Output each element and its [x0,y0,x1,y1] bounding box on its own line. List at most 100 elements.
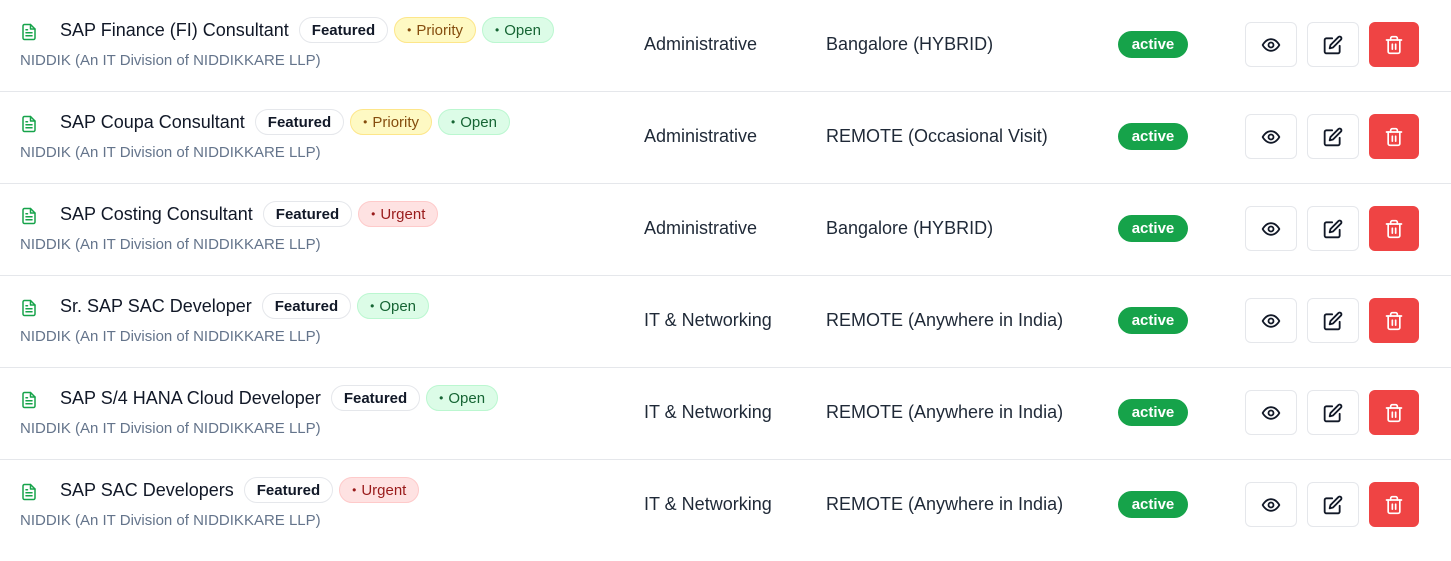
dot-icon: • [370,299,375,313]
dot-icon: • [363,115,368,129]
view-button[interactable] [1245,482,1297,527]
edit-icon [1323,495,1343,515]
job-location: REMOTE (Anywhere in India) [826,402,1064,422]
job-title-line: SAP Coupa Consultant Featured • Priority •… [60,109,510,135]
job-row: Sr. SAP SAC Developer Featured • Open NID… [0,276,1451,368]
eye-icon [1261,35,1281,55]
job-title[interactable]: SAP Costing Consultant [60,204,253,225]
job-title-line: SAP SAC Developers Featured • Urgent [60,477,420,503]
view-button[interactable] [1245,298,1297,343]
job-title[interactable]: SAP SAC Developers [60,480,234,501]
featured-badge: Featured [262,201,353,227]
job-title[interactable]: Sr. SAP SAC Developer [60,296,252,317]
tag-group: • Urgent [339,477,420,503]
dot-icon: • [451,115,456,129]
company-name: NIDDIK (An IT Division of NIDDIKKARE LLP… [20,512,321,529]
edit-button[interactable] [1307,390,1359,435]
open-badge: • Open [482,17,554,43]
eye-icon [1261,495,1281,515]
job-category: IT & Networking [644,310,772,330]
trash-icon [1384,127,1404,147]
delete-button[interactable] [1369,482,1419,527]
job-location: REMOTE (Occasional Visit) [826,126,1048,146]
status-badge: active [1118,399,1188,426]
job-row: SAP Costing Consultant Featured • Urgent … [0,184,1451,276]
dot-icon: • [439,391,444,405]
tag-group: • Open [357,293,430,319]
badge-label: Open [460,113,497,131]
badge-label: Urgent [361,481,407,499]
status-badge: active [1118,215,1188,242]
document-icon [20,298,38,318]
job-title-line: Sr. SAP SAC Developer Featured • Open [60,293,430,319]
eye-icon [1261,127,1281,147]
edit-button[interactable] [1307,298,1359,343]
priority-badge: • Priority [394,17,477,43]
job-category: Administrative [644,34,758,54]
status-badge: active [1118,491,1188,518]
status-badge: active [1118,123,1188,150]
badge-label: Priority [372,113,420,131]
featured-badge: Featured [254,109,345,135]
status-badge: active [1118,307,1188,334]
job-title[interactable]: SAP S/4 HANA Cloud Developer [60,388,321,409]
trash-icon [1384,403,1404,423]
company-name: NIDDIK (An IT Division of NIDDIKKARE LLP… [20,236,321,253]
job-location: REMOTE (Anywhere in India) [826,310,1064,330]
trash-icon [1384,311,1404,331]
eye-icon [1261,403,1281,423]
view-button[interactable] [1245,114,1297,159]
delete-button[interactable] [1369,206,1419,251]
edit-button[interactable] [1307,22,1359,67]
tag-group: • Urgent [358,201,439,227]
featured-badge: Featured [298,17,389,43]
status-badge: active [1118,31,1188,58]
urgent-badge: • Urgent [339,477,420,503]
job-category: Administrative [644,218,758,238]
priority-badge: • Priority [350,109,433,135]
job-title[interactable]: SAP Finance (FI) Consultant [60,20,289,41]
open-badge: • Open [438,109,510,135]
badge-label: Urgent [380,205,426,223]
dot-icon: • [352,483,357,497]
view-button[interactable] [1245,206,1297,251]
job-title-line: SAP Costing Consultant Featured • Urgent [60,201,439,227]
edit-icon [1323,127,1343,147]
job-title[interactable]: SAP Coupa Consultant [60,112,245,133]
document-icon [20,114,38,134]
tag-group: • Priority • Open [394,17,554,43]
edit-button[interactable] [1307,206,1359,251]
job-location: Bangalore (HYBRID) [826,218,994,238]
document-icon [20,482,38,502]
job-category: IT & Networking [644,402,772,422]
dot-icon: • [371,207,376,221]
featured-badge: Featured [243,477,334,503]
job-category: IT & Networking [644,494,772,514]
trash-icon [1384,35,1404,55]
document-icon [20,206,38,226]
featured-badge: Featured [330,385,421,411]
job-row: SAP S/4 HANA Cloud Developer Featured • O… [0,368,1451,460]
job-category: Administrative [644,126,758,146]
badge-label: Open [379,297,417,315]
job-title-line: SAP Finance (FI) Consultant Featured • Pr… [60,17,554,43]
urgent-badge: • Urgent [358,201,439,227]
open-badge: • Open [426,385,499,411]
delete-button[interactable] [1369,22,1419,67]
view-button[interactable] [1245,390,1297,435]
job-row: SAP Coupa Consultant Featured • Priority •… [0,92,1451,184]
edit-button[interactable] [1307,482,1359,527]
delete-button[interactable] [1369,114,1419,159]
tag-group: • Open [426,385,499,411]
view-button[interactable] [1245,22,1297,67]
company-name: NIDDIK (An IT Division of NIDDIKKARE LLP… [20,52,321,69]
tag-group: • Priority • Open [350,109,510,135]
delete-button[interactable] [1369,390,1419,435]
job-list: SAP Finance (FI) Consultant Featured • Pr… [0,0,1451,552]
delete-button[interactable] [1369,298,1419,343]
company-name: NIDDIK (An IT Division of NIDDIKKARE LLP… [20,144,321,161]
dot-icon: • [495,23,500,37]
job-row: SAP SAC Developers Featured • Urgent NIDD… [0,460,1451,552]
edit-button[interactable] [1307,114,1359,159]
open-badge: • Open [357,293,430,319]
